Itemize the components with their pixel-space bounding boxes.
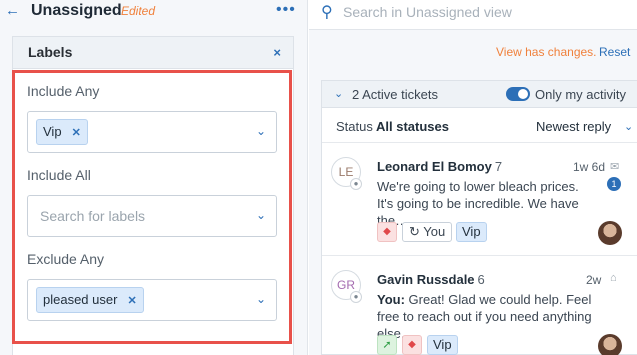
ticket-time: 1w 6d xyxy=(573,160,606,174)
label-tag: Vip xyxy=(456,222,487,242)
filter-panel: ← Unassigned Edited ••• Labels × Include… xyxy=(0,0,308,355)
ticket-list-panel: ⚲ Search in Unassigned view View has cha… xyxy=(309,0,637,355)
include-all-label: Include All xyxy=(27,167,91,183)
ticket-count: 6 xyxy=(477,272,485,287)
active-tickets-count[interactable]: 2 Active tickets xyxy=(352,87,438,102)
tickets-header: ⌄ 2 Active tickets Only my activity xyxy=(322,81,637,108)
chevron-down-icon[interactable]: ⌄ xyxy=(624,120,633,133)
search-input[interactable]: Search in Unassigned view xyxy=(343,4,512,20)
label-chip: pleased user ✕ xyxy=(36,287,144,313)
search-icon: ⚲ xyxy=(321,4,333,21)
agent-avatar xyxy=(598,334,622,355)
tickets-card: ⌄ 2 Active tickets Only my activity Stat… xyxy=(321,80,637,355)
ticket-row[interactable]: LE ● Leonard El Bomoy 7 1w 6d ✉ 1 We're g… xyxy=(322,144,637,256)
preview-text: Great! Glad we could help. Feel free to … xyxy=(377,292,592,341)
chevron-down-icon[interactable]: ⌄ xyxy=(334,87,343,100)
priority-high-icon: ◆ xyxy=(377,222,397,242)
search-bar[interactable]: ⚲ Search in Unassigned view xyxy=(309,0,637,30)
requester-name: Gavin Russdale 6 xyxy=(377,272,485,287)
person-icon: ● xyxy=(350,291,362,303)
chevron-down-icon[interactable]: ⌄ xyxy=(256,208,266,222)
home-icon: ⌂ xyxy=(610,272,617,284)
agent-avatar xyxy=(598,221,622,245)
preview-prefix: You: xyxy=(377,292,405,307)
requester-name: Leonard El Bomoy 7 xyxy=(377,159,502,174)
more-dots-icon[interactable]: ••• xyxy=(276,1,296,19)
chip-text: Vip xyxy=(43,124,62,139)
exclude-any-label: Exclude Any xyxy=(27,251,105,267)
ticket-row[interactable]: GR ● Gavin Russdale 6 2w ⌂ You: Great! Gl… xyxy=(322,257,637,355)
view-title: Unassigned xyxy=(31,2,122,19)
status-sort-row: Status All statuses Newest reply ⌄ xyxy=(322,109,637,143)
only-my-activity-label: Only my activity xyxy=(535,87,627,102)
assignee-tag: ↻ You xyxy=(402,222,453,242)
chip-remove-icon[interactable]: ✕ xyxy=(127,295,136,307)
chip-remove-icon[interactable]: ✕ xyxy=(72,127,81,139)
reset-link[interactable]: Reset xyxy=(599,45,630,59)
exclude-any-select[interactable]: pleased user ✕ ⌄ xyxy=(27,279,277,321)
assignee-tag-text: You xyxy=(423,224,446,239)
edited-indicator: Edited xyxy=(121,4,156,18)
labels-title: Labels xyxy=(28,44,73,60)
unread-badge: 1 xyxy=(607,177,621,191)
refresh-icon: ↻ xyxy=(409,224,424,239)
view-changes-notice: View has changes. xyxy=(496,45,597,59)
ticket-count: 7 xyxy=(494,159,503,174)
chevron-down-icon[interactable]: ⌄ xyxy=(256,124,266,138)
requester-name-text: Gavin Russdale xyxy=(377,272,475,287)
status-filter[interactable]: All statuses xyxy=(376,119,449,134)
chevron-down-icon[interactable]: ⌄ xyxy=(256,292,266,306)
include-any-select[interactable]: Vip ✕ ⌄ xyxy=(27,111,277,153)
view-header: ← Unassigned Edited ••• xyxy=(0,0,308,28)
include-all-placeholder: Search for labels xyxy=(40,208,146,224)
only-my-activity-toggle[interactable] xyxy=(506,87,530,101)
label-chip: Vip ✕ xyxy=(36,119,88,145)
person-icon: ● xyxy=(350,178,362,190)
labels-header: Labels × xyxy=(13,37,293,69)
close-icon[interactable]: × xyxy=(273,45,281,60)
status-label: Status xyxy=(336,119,373,134)
chip-text: pleased user xyxy=(43,292,118,307)
email-icon: ✉ xyxy=(610,161,620,173)
priority-high-icon: ◆ xyxy=(402,335,422,355)
sort-select[interactable]: Newest reply xyxy=(536,119,611,134)
include-any-label: Include Any xyxy=(27,83,100,99)
back-arrow-icon[interactable]: ← xyxy=(5,2,20,19)
requester-name-text: Leonard El Bomoy xyxy=(377,159,492,174)
label-tag: Vip xyxy=(427,335,458,355)
trend-up-icon: ➚ xyxy=(377,335,397,355)
ticket-time: 2w xyxy=(586,273,602,287)
include-all-select[interactable]: Search for labels ⌄ xyxy=(27,195,277,237)
